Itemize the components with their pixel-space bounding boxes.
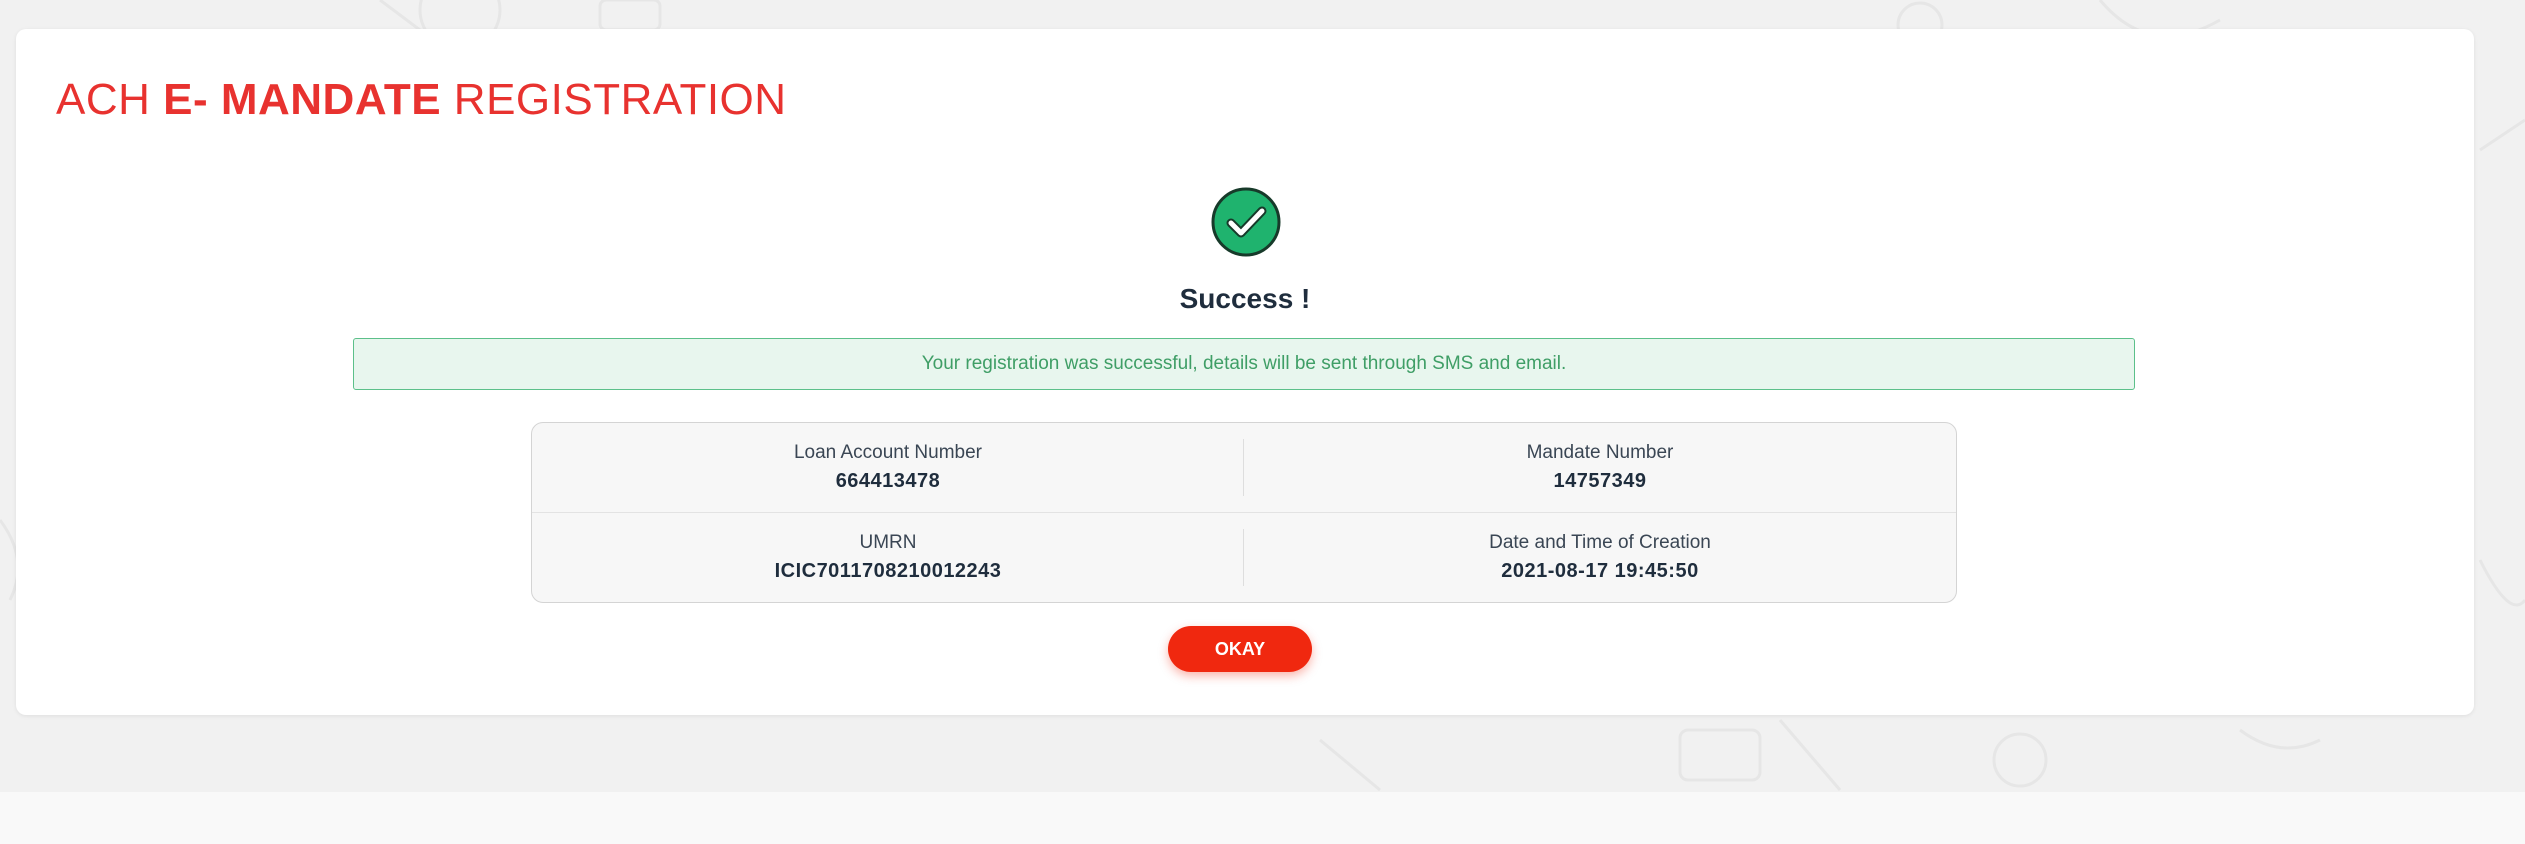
title-bold: E- MANDATE [163, 75, 442, 124]
umrn-cell: UMRN ICIC7011708210012243 [532, 513, 1244, 603]
mandate-number-label: Mandate Number [1526, 441, 1674, 463]
umrn-label: UMRN [859, 531, 917, 553]
creation-datetime-value: 2021-08-17 19:45:50 [1501, 559, 1699, 582]
title-prefix: ACH [56, 75, 164, 124]
check-circle-icon [1211, 187, 1281, 257]
registration-card: ACH E- MANDATE REGISTRATION Success ! Yo… [16, 29, 2474, 715]
umrn-value: ICIC7011708210012243 [774, 559, 1002, 582]
page-title: ACH E- MANDATE REGISTRATION [56, 75, 787, 125]
loan-account-cell: Loan Account Number 664413478 [532, 423, 1244, 513]
success-alert: Your registration was successful, detail… [353, 338, 2135, 390]
success-alert-text: Your registration was successful, detail… [921, 353, 1567, 374]
mandate-number-value: 14757349 [1553, 469, 1647, 492]
loan-account-value: 664413478 [835, 469, 941, 492]
creation-datetime-cell: Date and Time of Creation 2021-08-17 19:… [1244, 513, 1956, 603]
mandate-details-table: Loan Account Number 664413478 Mandate Nu… [531, 422, 1957, 603]
okay-button[interactable]: OKAY [1168, 626, 1312, 672]
creation-datetime-label: Date and Time of Creation [1489, 531, 1711, 553]
mandate-number-cell: Mandate Number 14757349 [1244, 423, 1956, 513]
footer-band [0, 792, 2525, 844]
loan-account-label: Loan Account Number [793, 441, 982, 463]
title-suffix: REGISTRATION [441, 75, 787, 124]
success-heading: Success ! [1179, 283, 1311, 314]
